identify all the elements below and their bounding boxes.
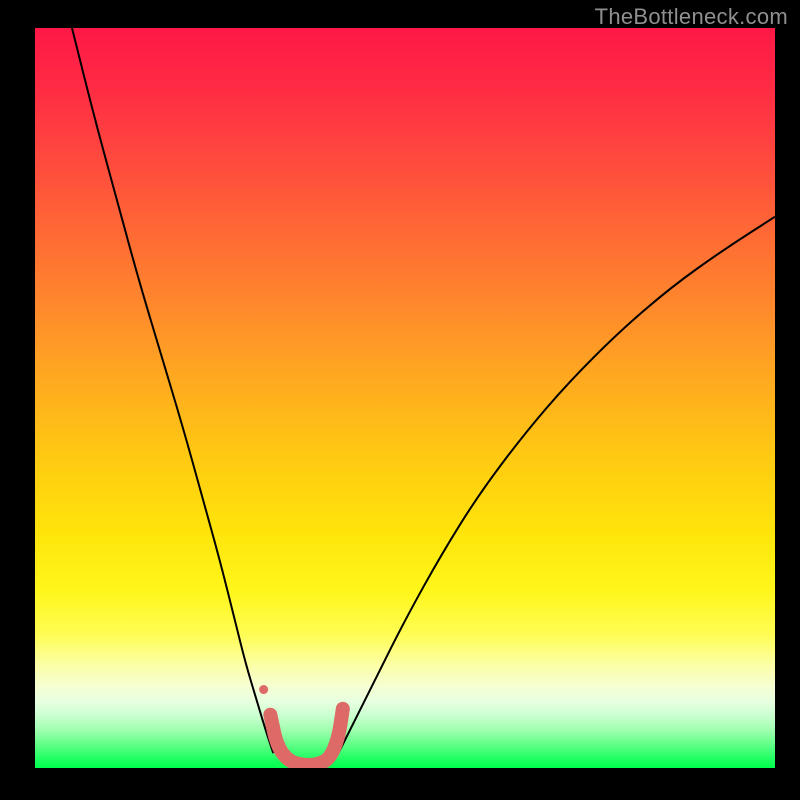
right-curve xyxy=(338,217,775,754)
watermark-text: TheBottleneck.com xyxy=(595,4,788,30)
left-curve xyxy=(72,28,273,753)
valley-dot xyxy=(259,685,268,694)
curves-svg xyxy=(35,28,775,768)
valley-highlight xyxy=(270,709,343,765)
chart-frame: TheBottleneck.com xyxy=(0,0,800,800)
plot-area xyxy=(35,28,775,768)
